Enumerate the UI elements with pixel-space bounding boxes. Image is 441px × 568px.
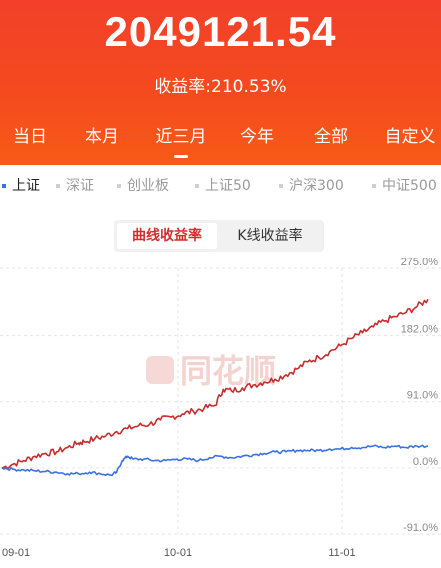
- chart-type-toggle: 曲线收益率 K线收益率: [114, 220, 324, 252]
- y-tick-label: -91.0%: [403, 522, 438, 534]
- x-tick-label: 11-01: [328, 547, 355, 559]
- tab-this-month[interactable]: 本月: [82, 122, 122, 162]
- watermark-logo-icon: [146, 356, 174, 384]
- total-value: 2049121.54: [104, 8, 337, 55]
- y-tick-label: 0.0%: [413, 456, 438, 468]
- x-axis-labels: 09-01 10-01 11-01: [2, 547, 356, 559]
- kline-return-button[interactable]: K线收益率: [220, 223, 320, 249]
- tab-last-three-months-label: 近三月: [155, 127, 207, 147]
- return-chart: 同花顺 275.0% 182.0% 91.0% 0.0% -91.0% 09-01 10-…: [0, 258, 441, 559]
- tab-custom[interactable]: 自定义: [381, 122, 439, 162]
- index-dot: [372, 184, 376, 188]
- tab-today[interactable]: 当日: [10, 122, 50, 162]
- index-dot: [56, 184, 60, 188]
- y-axis-labels: 275.0% 182.0% 91.0% 0.0% -91.0%: [401, 258, 439, 534]
- y-tick-label: 91.0%: [407, 390, 438, 402]
- index-option-szse[interactable]: 深证: [56, 172, 94, 200]
- index-option-chinext[interactable]: 创业板: [117, 172, 169, 200]
- active-tab-indicator: [174, 155, 188, 158]
- tab-all[interactable]: 全部: [311, 122, 351, 162]
- index-option-csi500[interactable]: 中证500: [372, 172, 437, 200]
- index-selector: 上证 深证 创业板 上证50 沪深300 中证500: [0, 172, 441, 200]
- watermark: 同花顺: [146, 352, 276, 390]
- index-option-sse50[interactable]: 上证50: [195, 172, 251, 200]
- index-option-csi300[interactable]: 沪深300: [279, 172, 344, 200]
- curve-return-button[interactable]: 曲线收益率: [117, 223, 217, 249]
- y-tick-label: 275.0%: [401, 258, 439, 268]
- tab-last-three-months[interactable]: 近三月: [152, 122, 210, 162]
- index-dot: [195, 184, 199, 188]
- index-dot: [2, 184, 6, 188]
- header: 2049121.54 收益率:210.53% 当日 本月 近三月 今年 全部 自…: [0, 0, 441, 165]
- index-dot: [279, 184, 283, 188]
- x-tick-label: 10-01: [164, 547, 192, 559]
- y-tick-label: 182.0%: [401, 324, 439, 336]
- chart-grid: [0, 267, 441, 535]
- index-return-line: [1, 444, 429, 477]
- period-tabs: 当日 本月 近三月 今年 全部 自定义: [0, 122, 441, 162]
- x-tick-label: 09-01: [2, 547, 30, 559]
- tab-this-year[interactable]: 今年: [237, 122, 277, 162]
- index-option-sse[interactable]: 上证: [2, 172, 40, 200]
- return-ratio: 收益率:210.53%: [154, 77, 287, 97]
- index-dot: [117, 184, 121, 188]
